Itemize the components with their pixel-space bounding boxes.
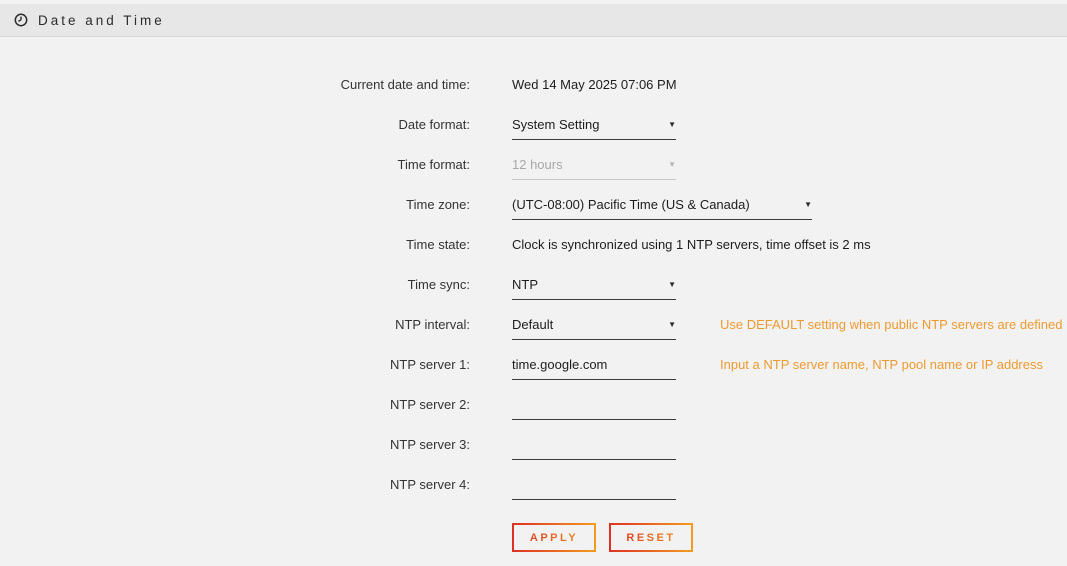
ntp-interval-label: NTP interval:	[0, 305, 470, 332]
row-ntp-server-1: NTP server 1: Input a NTP server name, N…	[0, 345, 1067, 385]
row-time-zone: Time zone: (UTC-08:00) Pacific Time (US …	[0, 185, 1067, 225]
row-current-date-time: Current date and time: Wed 14 May 2025 0…	[0, 65, 1067, 105]
current-date-time-value: Wed 14 May 2025 07:06 PM	[512, 77, 677, 92]
time-sync-selected-value: NTP	[512, 277, 538, 292]
time-state-label: Time state:	[0, 225, 470, 252]
reset-button[interactable]: RESET	[609, 523, 693, 552]
ntp-server-4-label: NTP server 4:	[0, 465, 470, 492]
ntp-server-1-input[interactable]	[512, 357, 676, 380]
row-ntp-server-4: NTP server 4:	[0, 465, 1067, 505]
ntp-interval-select[interactable]: Default ▼	[512, 317, 676, 340]
row-time-sync: Time sync: NTP ▼	[0, 265, 1067, 305]
clock-icon	[14, 13, 28, 27]
caret-down-icon: ▼	[668, 157, 676, 169]
row-ntp-server-3: NTP server 3:	[0, 425, 1067, 465]
time-zone-selected-value: (UTC-08:00) Pacific Time (US & Canada)	[512, 197, 750, 212]
ntp-server-3-input[interactable]	[512, 437, 676, 460]
time-format-label: Time format:	[0, 145, 470, 172]
current-date-time-label: Current date and time:	[0, 65, 470, 92]
row-date-format: Date format: System Setting ▼	[0, 105, 1067, 145]
ntp-interval-selected-value: Default	[512, 317, 553, 332]
row-time-format: Time format: 12 hours ▼	[0, 145, 1067, 185]
row-ntp-server-2: NTP server 2:	[0, 385, 1067, 425]
time-sync-label: Time sync:	[0, 265, 470, 292]
ntp-server-2-label: NTP server 2:	[0, 385, 470, 412]
row-ntp-interval: NTP interval: Default ▼ Use DEFAULT sett…	[0, 305, 1067, 345]
form-actions: APPLY RESET	[0, 523, 1067, 552]
ntp-server-2-input[interactable]	[512, 397, 676, 420]
ntp-interval-hint: Use DEFAULT setting when public NTP serv…	[720, 317, 1063, 332]
time-sync-select[interactable]: NTP ▼	[512, 277, 676, 300]
time-zone-select[interactable]: (UTC-08:00) Pacific Time (US & Canada) ▼	[512, 197, 812, 220]
page-title: Date and Time	[38, 13, 165, 28]
caret-down-icon: ▼	[804, 197, 812, 209]
ntp-server-1-hint: Input a NTP server name, NTP pool name o…	[720, 357, 1043, 372]
ntp-server-3-label: NTP server 3:	[0, 425, 470, 452]
row-time-state: Time state: Clock is synchronized using …	[0, 225, 1067, 265]
ntp-server-4-input[interactable]	[512, 477, 676, 500]
date-format-label: Date format:	[0, 105, 470, 132]
time-format-select: 12 hours ▼	[512, 157, 676, 180]
date-format-select[interactable]: System Setting ▼	[512, 117, 676, 140]
time-zone-label: Time zone:	[0, 185, 470, 212]
panel-header: Date and Time	[0, 4, 1067, 37]
apply-button[interactable]: APPLY	[512, 523, 596, 552]
caret-down-icon: ▼	[668, 277, 676, 289]
caret-down-icon: ▼	[668, 317, 676, 329]
date-time-form: Current date and time: Wed 14 May 2025 0…	[0, 37, 1067, 552]
ntp-server-1-label: NTP server 1:	[0, 345, 470, 372]
time-state-value: Clock is synchronized using 1 NTP server…	[512, 237, 871, 252]
time-format-selected-value: 12 hours	[512, 157, 563, 172]
caret-down-icon: ▼	[668, 117, 676, 129]
date-format-selected-value: System Setting	[512, 117, 599, 132]
